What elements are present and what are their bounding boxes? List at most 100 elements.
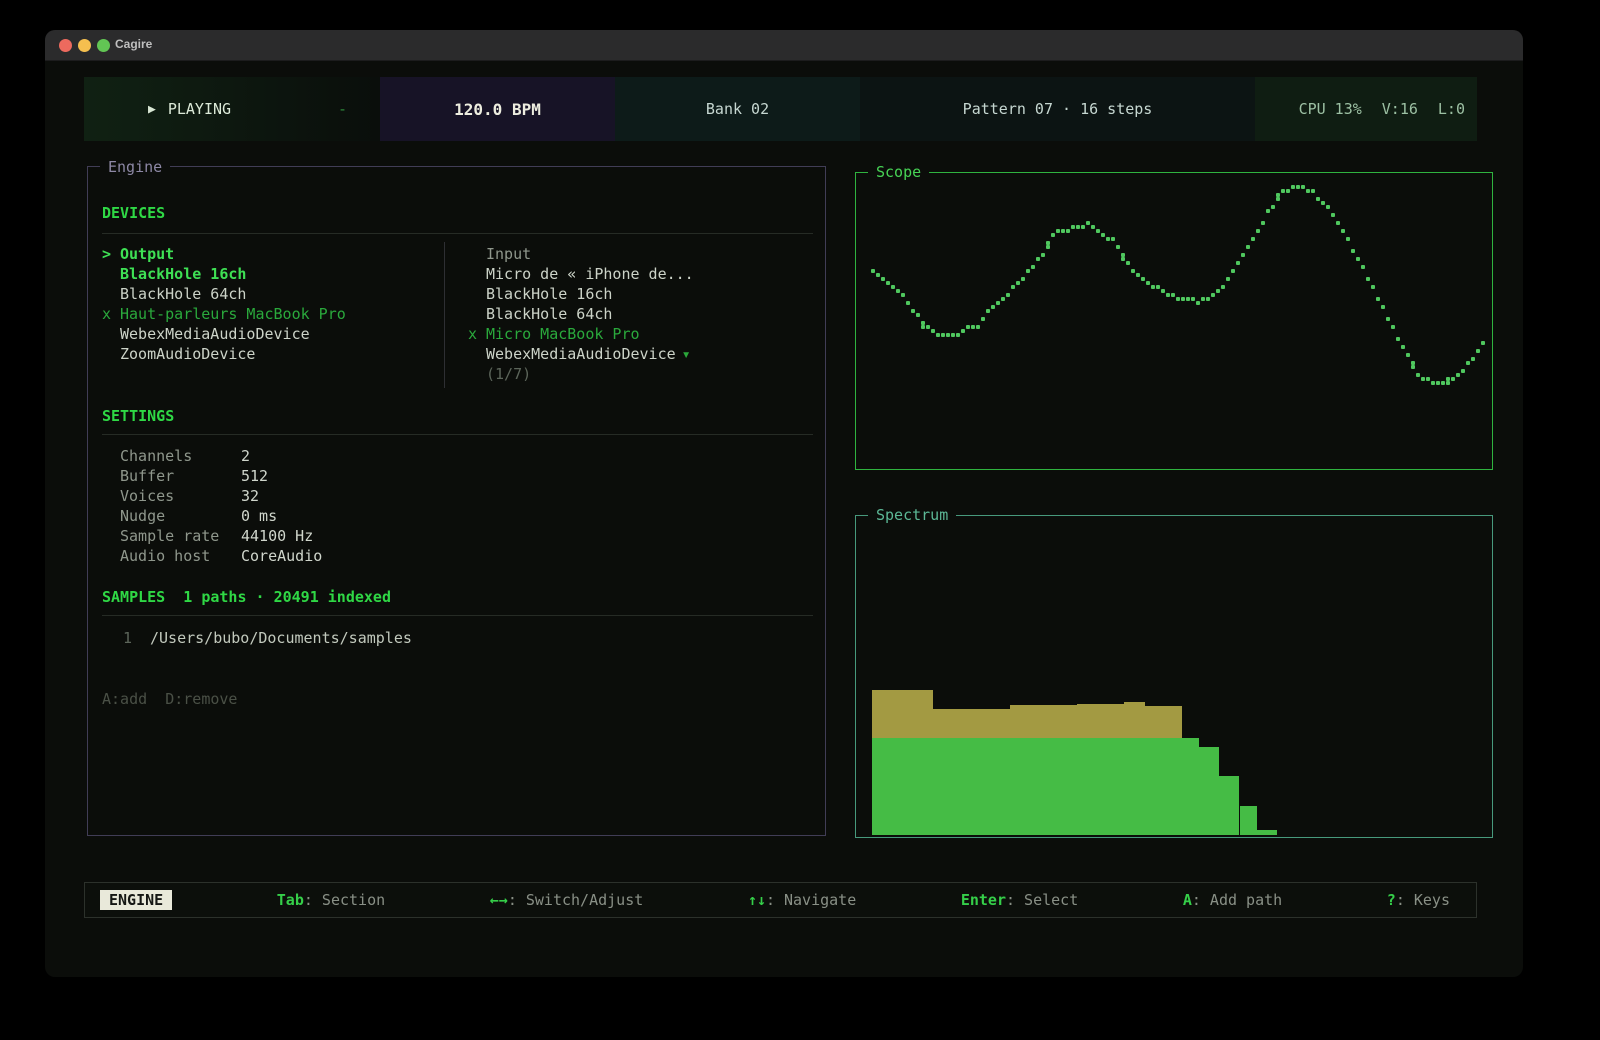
spectrum-bars xyxy=(856,516,1492,837)
scope-sample-dot xyxy=(1386,317,1390,321)
scope-sample-dot xyxy=(931,329,935,333)
scope-sample-dot xyxy=(1276,197,1280,201)
scope-sample-dot xyxy=(1206,297,1210,301)
scope-sample-dot xyxy=(1091,225,1095,229)
device-item[interactable]: BlackHole 64ch xyxy=(102,284,432,304)
scope-sample-dot xyxy=(996,301,1000,305)
device-name: WebexMediaAudioDevice xyxy=(120,325,310,343)
device-item[interactable]: WebexMediaAudioDevice▾ xyxy=(468,344,798,364)
minimize-button[interactable] xyxy=(78,39,91,52)
scope-sample-dot xyxy=(1111,237,1115,241)
scope-sample-dot xyxy=(1041,253,1045,257)
setting-row[interactable]: Channels2 xyxy=(120,446,322,466)
scope-panel: Scope xyxy=(855,172,1493,470)
divider xyxy=(102,233,813,234)
scope-sample-dot xyxy=(1461,369,1465,373)
device-item[interactable]: WebexMediaAudioDevice xyxy=(102,324,432,344)
scope-waveform xyxy=(856,173,1492,469)
scope-sample-dot xyxy=(1061,229,1065,233)
device-name: BlackHole 16ch xyxy=(120,265,246,283)
scope-sample-dot xyxy=(1136,273,1140,277)
scope-sample-dot xyxy=(966,325,970,329)
scope-sample-dot xyxy=(1166,293,1170,297)
spectrum-peak-hold-segment xyxy=(1124,702,1144,739)
setting-label: Buffer xyxy=(120,466,241,486)
device-item[interactable]: BlackHole 16ch xyxy=(468,284,798,304)
scope-sample-dot xyxy=(1011,285,1015,289)
scope-sample-dot xyxy=(911,309,915,313)
cpu-stats: CPU 13% V:16 L:0 xyxy=(1255,77,1477,141)
devices-heading: DEVICES xyxy=(102,203,165,223)
device-column-header: Input xyxy=(468,244,798,264)
device-item[interactable]: BlackHole 64ch xyxy=(468,304,798,324)
scope-sample-dot xyxy=(1001,297,1005,301)
scope-sample-dot xyxy=(1121,257,1125,261)
scope-sample-dot xyxy=(916,313,920,317)
setting-value: CoreAudio xyxy=(241,547,322,565)
device-item[interactable]: xMicro MacBook Pro xyxy=(468,324,798,344)
scope-sample-dot xyxy=(1296,185,1300,189)
setting-row[interactable]: Nudge0 ms xyxy=(120,506,322,526)
active-marker: x xyxy=(102,304,120,324)
transport-status: ▶ PLAYING - xyxy=(84,77,380,141)
scope-sample-dot xyxy=(1016,281,1020,285)
transport-separator: - xyxy=(338,77,347,141)
scope-sample-dot xyxy=(1171,293,1175,297)
setting-row[interactable]: Sample rate44100 Hz xyxy=(120,526,322,546)
scope-sample-dot xyxy=(1341,229,1345,233)
key-hint: ←→: Switch/Adjust xyxy=(490,891,644,909)
scope-sample-dot xyxy=(1471,357,1475,361)
device-item[interactable]: xHaut-parleurs MacBook Pro xyxy=(102,304,432,324)
setting-row[interactable]: Buffer512 xyxy=(120,466,322,486)
spectrum-level-segment xyxy=(872,738,1200,835)
scope-sample-dot xyxy=(1046,241,1050,245)
scope-sample-dot xyxy=(1381,305,1385,309)
device-item[interactable]: Micro de « iPhone de... xyxy=(468,264,798,284)
scope-sample-dot xyxy=(1056,229,1060,233)
setting-value: 0 ms xyxy=(241,507,277,525)
scope-sample-dot xyxy=(1131,269,1135,273)
scope-sample-dot xyxy=(946,333,950,337)
bpm-display: 120.0 BPM xyxy=(380,77,615,141)
sample-path-row[interactable]: 1/Users/bubo/Documents/samples xyxy=(123,628,412,648)
scope-sample-dot xyxy=(1281,189,1285,193)
scope-sample-dot xyxy=(1396,337,1400,341)
device-item[interactable]: ZoomAudioDevice xyxy=(102,344,432,364)
device-name: BlackHole 16ch xyxy=(486,285,612,303)
setting-row[interactable]: Voices32 xyxy=(120,486,322,506)
scope-sample-dot xyxy=(1196,301,1200,305)
setting-value: 2 xyxy=(241,447,250,465)
scope-sample-dot xyxy=(1006,293,1010,297)
close-button[interactable] xyxy=(59,39,72,52)
scope-sample-dot xyxy=(1366,277,1370,281)
scope-sample-dot xyxy=(1326,205,1330,209)
scope-sample-dot xyxy=(1151,285,1155,289)
scope-sample-dot xyxy=(1361,265,1365,269)
key-hint: Enter: Select xyxy=(961,891,1078,909)
sample-path-index: 1 xyxy=(123,628,150,648)
setting-value: 512 xyxy=(241,467,268,485)
scope-sample-dot xyxy=(1221,285,1225,289)
scope-sample-dot xyxy=(1251,237,1255,241)
scope-sample-dot xyxy=(1406,353,1410,357)
device-name: (1/7) xyxy=(486,365,531,383)
scope-sample-dot xyxy=(1116,245,1120,249)
device-item[interactable]: BlackHole 16ch xyxy=(102,264,432,284)
scope-sample-dot xyxy=(986,309,990,313)
scope-sample-dot xyxy=(1051,233,1055,237)
scope-sample-dot xyxy=(951,333,955,337)
scope-sample-dot xyxy=(1411,365,1415,369)
scope-sample-dot xyxy=(896,289,900,293)
scope-sample-dot xyxy=(1256,229,1260,233)
setting-row[interactable]: Audio hostCoreAudio xyxy=(120,546,322,566)
scope-sample-dot xyxy=(1191,297,1195,301)
cpu-usage: CPU 13% xyxy=(1299,100,1362,118)
scope-sample-dot xyxy=(941,333,945,337)
scope-sample-dot xyxy=(1086,221,1090,225)
setting-label: Nudge xyxy=(120,506,241,526)
key-hint: ↑↓: Navigate xyxy=(748,891,856,909)
scope-sample-dot xyxy=(1441,381,1445,385)
device-name: BlackHole 64ch xyxy=(120,285,246,303)
scope-sample-dot xyxy=(876,273,880,277)
zoom-button[interactable] xyxy=(97,39,110,52)
